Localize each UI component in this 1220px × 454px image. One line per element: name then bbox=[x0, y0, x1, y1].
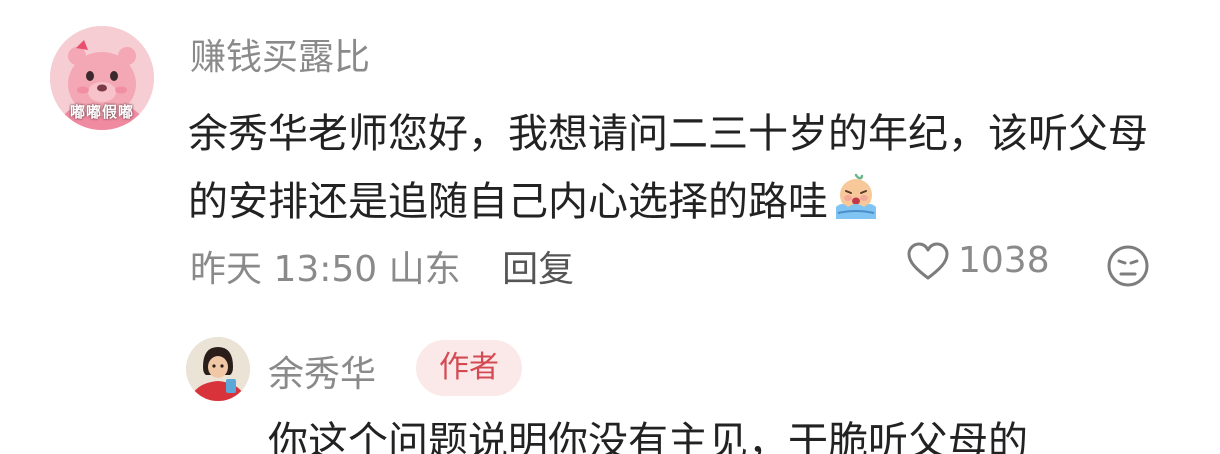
crying-emoji-icon bbox=[830, 171, 882, 223]
comment-username[interactable]: 赚钱买露比 bbox=[190, 28, 370, 80]
dislike-button[interactable] bbox=[1106, 244, 1150, 288]
comment-text: 余秀华老师您好，我想请问二三十岁的年纪，该听父母的安排还是追随自己内心选择的路哇 bbox=[188, 100, 1178, 236]
comment-location: 山东 bbox=[388, 249, 461, 290]
comment-time: 昨天 13:50 bbox=[190, 249, 378, 290]
heart-icon bbox=[907, 242, 949, 279]
author-badge: 作者 bbox=[416, 340, 522, 396]
reply-text: 你这个问题说明你没有主见，干脆听父母的 bbox=[268, 419, 1028, 454]
reply-avatar[interactable] bbox=[186, 337, 250, 401]
reply-username[interactable]: 余秀华 bbox=[268, 345, 376, 397]
avatar[interactable]: 嘟嘟假嘟 bbox=[50, 26, 154, 130]
avatar-caption: 嘟嘟假嘟 bbox=[69, 103, 134, 121]
reply-avatar-image bbox=[186, 337, 250, 401]
comment-thread: 嘟嘟假嘟 赚钱买露比 余秀华老师您好，我想请问二三十岁的年纪，该听父母的安排还是… bbox=[0, 0, 1220, 454]
sad-face-icon bbox=[1107, 245, 1149, 287]
comment-meta: 昨天 13:50 山东 回复 bbox=[190, 240, 574, 292]
comment-body: 余秀华老师您好，我想请问二三十岁的年纪，该听父母的安排还是追随自己内心选择的路哇 bbox=[188, 111, 1148, 225]
like-count: 1038 bbox=[958, 240, 1050, 281]
like-button[interactable]: 1038 bbox=[906, 240, 1050, 281]
reply-button[interactable]: 回复 bbox=[502, 249, 574, 290]
